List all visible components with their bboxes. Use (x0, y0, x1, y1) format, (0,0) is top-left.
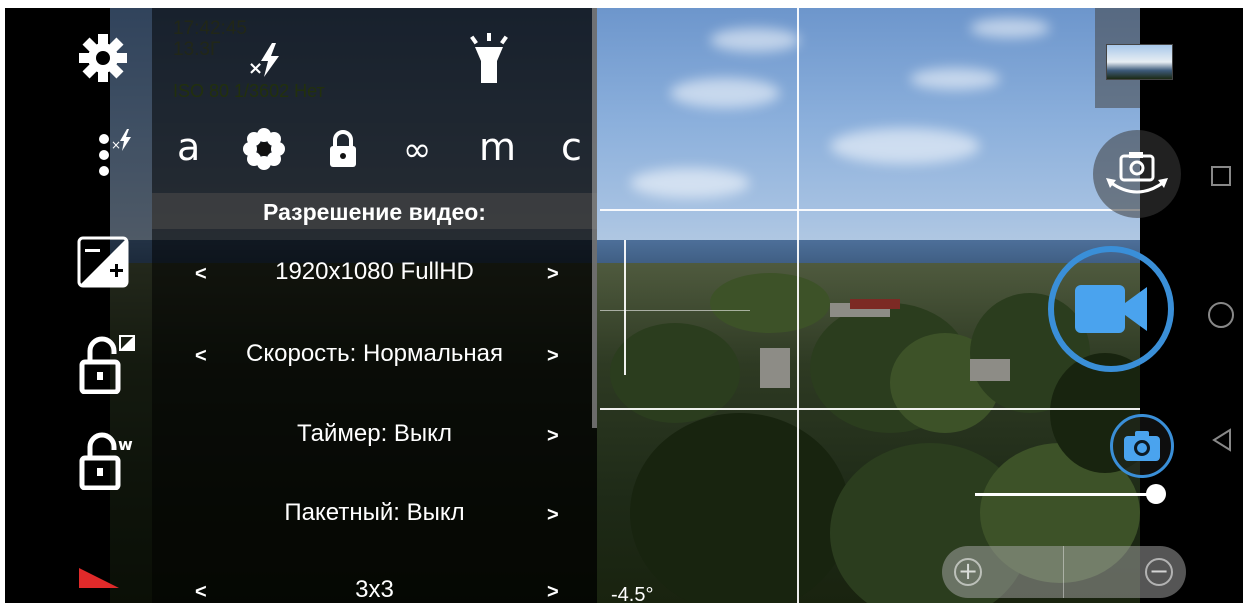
video-record-button[interactable] (1048, 246, 1174, 372)
exposure-icon[interactable] (71, 230, 135, 294)
photo-snapshot-icon (1124, 431, 1160, 461)
speed-row[interactable]: < Скорость: Нормальная > (152, 340, 597, 380)
zoom-out-icon[interactable]: − (1145, 558, 1173, 586)
svg-text:×: × (111, 138, 121, 152)
next-arrow[interactable]: > (547, 425, 559, 448)
back-nav-button[interactable] (1210, 428, 1234, 452)
more-vert-flash-icon[interactable]: × (89, 126, 139, 186)
lock-exposure-icon[interactable] (75, 330, 139, 396)
video-resolution-row[interactable]: < 1920x1080 FullHD > (152, 258, 597, 298)
grid-line-h1 (600, 209, 1140, 211)
home-nav-button[interactable] (1208, 302, 1234, 328)
svg-text:w: w (118, 435, 133, 454)
next-arrow[interactable]: > (547, 504, 559, 527)
flash-off-icon[interactable]: × (243, 36, 291, 84)
recents-nav-button[interactable] (1211, 166, 1231, 186)
row-value: Таймер: Выкл (297, 420, 452, 447)
photo-snapshot-button[interactable] (1110, 414, 1174, 478)
grid-line-h2 (600, 408, 1140, 410)
gear-icon[interactable] (75, 30, 131, 86)
row-value: 1920x1080 FullHD (275, 258, 474, 285)
flower-macro-icon[interactable] (238, 123, 290, 175)
video-record-icon (1075, 285, 1147, 333)
lock-white-balance-icon[interactable]: w (75, 426, 139, 492)
osd-iso-info: ISO 80 1/3602 Нет (173, 81, 325, 101)
level-line-v (624, 240, 626, 375)
switch-camera-icon[interactable] (1093, 130, 1181, 218)
next-arrow[interactable]: > (547, 581, 559, 603)
gallery-thumbnail[interactable] (1106, 44, 1173, 80)
next-arrow[interactable]: > (547, 345, 559, 368)
row-value: Скорость: Нормальная (246, 340, 503, 367)
menu-title: Разрешение видео: (263, 199, 486, 225)
osd-time: 17:42:45 13.3Г (173, 18, 247, 60)
lock-focus-icon[interactable] (323, 123, 363, 175)
mode-manual[interactable]: m (479, 125, 516, 169)
level-angle: -4.5° (611, 584, 654, 603)
burst-row[interactable]: Пакетный: Выкл > (152, 499, 597, 539)
zoom-thumb[interactable] (1146, 484, 1166, 504)
next-arrow[interactable]: > (547, 263, 559, 286)
grid-line-v (797, 8, 799, 603)
row-value: Пакетный: Выкл (284, 499, 465, 526)
svg-text:×: × (248, 58, 263, 79)
camera-screen: 17:42:45 13.3Г ISO 80 1/3602 Нет × a ∞ m… (5, 8, 1243, 603)
zoom-controls: + − (942, 546, 1186, 598)
zoom-in-icon[interactable]: + (954, 558, 982, 586)
zoom-track (975, 493, 1165, 496)
timer-row[interactable]: Таймер: Выкл > (152, 420, 597, 460)
grid-row[interactable]: < 3x3 > (152, 576, 597, 603)
mode-infinity[interactable]: ∞ (403, 130, 431, 170)
row-value: 3x3 (355, 576, 394, 603)
mode-auto[interactable]: a (177, 125, 200, 169)
torch-icon[interactable] (461, 30, 517, 86)
mode-continuous[interactable]: c (561, 125, 582, 169)
zoom-slider[interactable] (975, 484, 1175, 504)
level-line-h (600, 310, 750, 311)
